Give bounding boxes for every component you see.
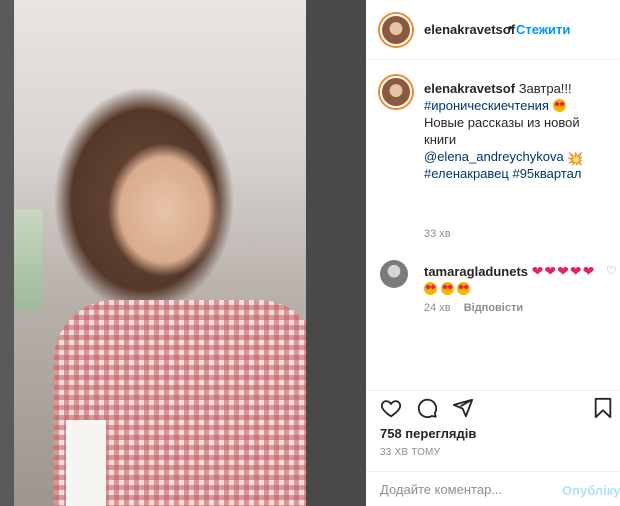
- commenter-avatar[interactable]: [380, 260, 408, 288]
- follow-button[interactable]: Стежити: [516, 22, 570, 37]
- post-header: elenakravetsof • Стежити: [366, 0, 620, 60]
- caption-username[interactable]: elenakravetsof: [424, 81, 515, 96]
- mention-link[interactable]: @elena_andreychykova: [424, 149, 564, 164]
- bookmark-icon[interactable]: [592, 397, 614, 419]
- comment-input[interactable]: [380, 482, 550, 497]
- author-avatar[interactable]: [380, 14, 412, 46]
- collision-emoji-icon: 💥: [567, 151, 584, 166]
- add-comment-bar: Опублікувати: [366, 471, 620, 506]
- hashtag-link[interactable]: #еленакравец: [424, 166, 509, 181]
- left-backdrop: [0, 0, 14, 506]
- caption-avatar[interactable]: [380, 76, 412, 108]
- comment-timestamp[interactable]: 24 хв: [424, 302, 451, 314]
- hashtag-link[interactable]: #ироническиечтения: [424, 98, 549, 113]
- author-username[interactable]: elenakravetsof: [424, 22, 515, 37]
- red-heart-emoji-icon: ❤❤❤❤❤: [531, 263, 596, 279]
- post-video[interactable]: [14, 0, 306, 506]
- caption-timestamp[interactable]: 33 хв: [424, 228, 451, 240]
- caption-line-1: Завтра!!!: [518, 81, 572, 96]
- commenter-username[interactable]: tamaragladunets: [424, 264, 528, 279]
- comments-list[interactable]: elenakravetsof Завтра!!! #ироническиечте…: [366, 60, 620, 390]
- heart-eyes-emoji-icon: [552, 99, 566, 112]
- post-actions: 758 переглядів 33 ХВ ТОМУ Опублікувати: [366, 390, 620, 506]
- heart-icon[interactable]: [380, 397, 402, 419]
- like-comment-heart-icon[interactable]: ♡: [606, 264, 617, 278]
- caption-text: elenakravetsof Завтра!!! #ироническиечте…: [424, 80, 614, 182]
- heart-eyes-emoji-icon: [440, 282, 454, 295]
- caption-line-2: Новые рассказы из новой книги: [424, 115, 580, 147]
- comment-meta: 24 хв Відповісти: [424, 302, 523, 314]
- comment-text: tamaragladunets ❤❤❤❤❤: [424, 263, 614, 297]
- hashtag-link[interactable]: #95квартал: [512, 166, 581, 181]
- video-car-window: [14, 210, 42, 310]
- post-side-panel: elenakravetsof • Стежити elenakravetsof …: [366, 0, 620, 506]
- action-icon-row: [380, 397, 474, 419]
- post-age: 33 ХВ ТОМУ: [380, 447, 441, 458]
- comment-icon[interactable]: [416, 397, 438, 419]
- heart-eyes-emoji-icon: [424, 282, 437, 295]
- modal-gap: [306, 0, 366, 506]
- header-separator: •: [508, 20, 513, 35]
- video-white-top: [66, 420, 106, 506]
- reply-button[interactable]: Відповісти: [464, 302, 523, 314]
- post-comment-button[interactable]: Опублікувати: [562, 483, 620, 498]
- view-count[interactable]: 758 переглядів: [380, 426, 476, 441]
- share-icon[interactable]: [452, 397, 474, 419]
- heart-eyes-emoji-icon: [457, 282, 471, 295]
